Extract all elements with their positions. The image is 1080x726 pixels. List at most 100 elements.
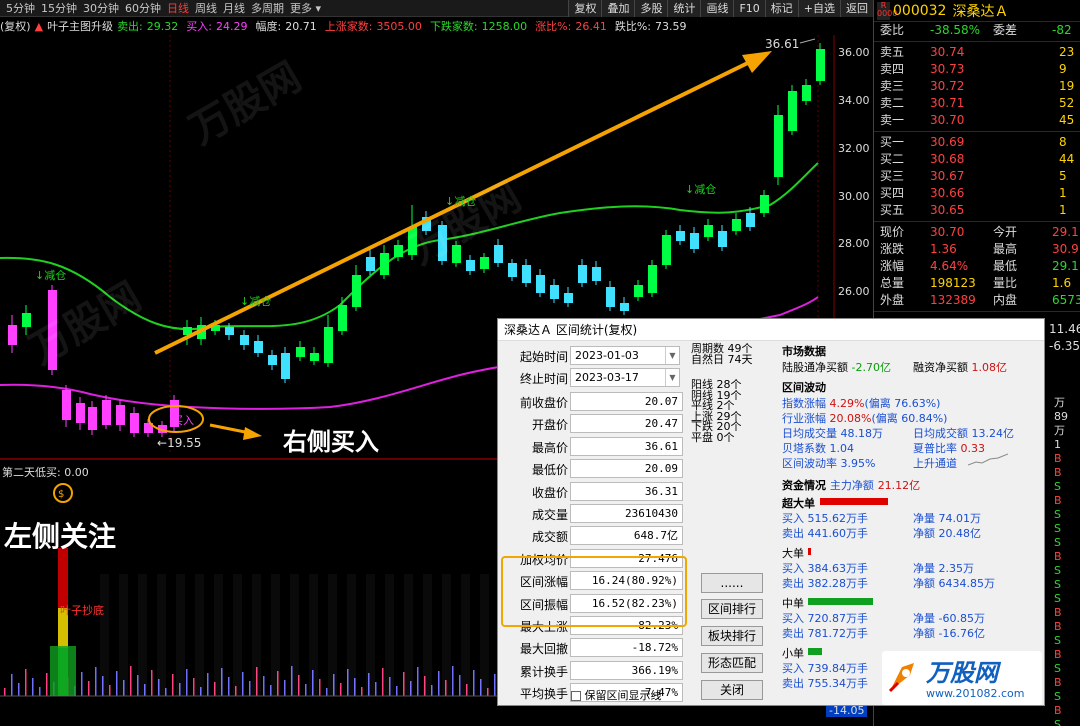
sub-bar (39, 687, 41, 696)
brand-url: www.201082.com (926, 687, 1025, 700)
sub-indicator-label: 第二天低买: 0.00 (2, 466, 89, 479)
period-15min[interactable]: 15分钟 (41, 0, 77, 16)
candle (774, 115, 783, 177)
range-value: 20.71 (285, 20, 317, 33)
sub-bar (228, 677, 230, 696)
xl-order-bar (820, 498, 888, 505)
indicator-name[interactable]: 叶子主图升级 (47, 18, 113, 34)
draw-line-button[interactable]: 画线 (700, 0, 734, 17)
mark-button[interactable]: 标记 (764, 0, 798, 17)
candle (240, 335, 249, 345)
sell-value: 29.32 (146, 20, 179, 33)
high-price-label: 36.61 (765, 37, 799, 51)
reduce-mark-4: ↓减仓 (685, 182, 716, 196)
ask-row[interactable]: 卖二 30.71 52 (874, 95, 1080, 112)
period-60min[interactable]: 60分钟 (125, 0, 161, 16)
tick-flag: B (1054, 452, 1062, 465)
tick-flag: S (1054, 508, 1061, 521)
sub-label: 叶子抄底 (60, 603, 104, 617)
side-value-1: 11.46 (1049, 322, 1080, 336)
candle (732, 219, 741, 231)
sub-bar (375, 682, 377, 696)
sub-bar (130, 666, 132, 696)
keep-range-checkbox[interactable] (571, 691, 581, 701)
sub-bar (361, 687, 363, 696)
restore-rights-button[interactable]: 复权 (568, 0, 602, 17)
watermark-1: 万股网 (182, 54, 309, 154)
tick-flag: B (1054, 620, 1062, 633)
candle (394, 245, 403, 257)
buy-mark: 买入 (172, 414, 194, 427)
bid-row[interactable]: 买一 30.69 8 (874, 134, 1080, 151)
chevron-down-icon[interactable]: ▼ (665, 347, 679, 364)
buy-value: 24.29 (216, 20, 248, 33)
end-date-picker[interactable]: 2023-03-17 ▼ (570, 368, 680, 387)
stats-field-value: 366.19% (570, 660, 683, 680)
tick-flag: 万 (1054, 396, 1065, 409)
arrow-up-icon[interactable]: ▲ (35, 20, 43, 33)
candle (310, 353, 319, 361)
tick-flag: B (1054, 550, 1062, 563)
ask-row[interactable]: 卖四 30.73 9 (874, 61, 1080, 78)
candle (522, 265, 531, 283)
stat-row: 外盘 132389 内盘 6573 (880, 293, 1080, 307)
tick-flag: S (1054, 536, 1061, 549)
bid-row[interactable]: 买二 30.68 44 (874, 151, 1080, 168)
rocket-logo-icon (888, 663, 914, 693)
candle (746, 213, 755, 227)
dots-button[interactable]: ...... (701, 573, 763, 593)
f10-button[interactable]: F10 (733, 0, 765, 17)
rise-ratio: 26.41 (575, 20, 607, 33)
candle (102, 400, 111, 425)
period-daily[interactable]: 日线 (167, 0, 189, 16)
bid-row[interactable]: 买五 30.65 1 (874, 202, 1080, 219)
sector-rank-button[interactable]: 板块排行 (701, 626, 763, 646)
signal-bar-red (58, 548, 68, 608)
stats-field-value: 23610430 (570, 504, 683, 523)
candle (690, 233, 699, 249)
add-watchlist-button[interactable]: +自选 (797, 0, 840, 17)
period-5min[interactable]: 5分钟 (6, 0, 35, 16)
brand-logo: 万股网 www.201082.com (882, 651, 1042, 705)
tick-flag: S (1054, 480, 1061, 493)
overlay-button[interactable]: 叠加 (601, 0, 635, 17)
period-weekly[interactable]: 周线 (195, 0, 217, 16)
start-date-picker[interactable]: 2023-01-03 ▼ (570, 346, 680, 365)
candle (536, 275, 545, 293)
candle (116, 405, 125, 425)
market-title: 市场数据 (782, 345, 826, 358)
sub-bar (396, 686, 398, 696)
tick-flag: 万 (1054, 424, 1065, 437)
candle (62, 390, 71, 420)
ask-row[interactable]: 卖五 30.74 23 (874, 44, 1080, 61)
pattern-match-button[interactable]: 形态匹配 (701, 653, 763, 673)
back-button[interactable]: 返回 (840, 0, 873, 17)
chevron-down-icon[interactable]: ▼ (665, 369, 679, 386)
sub-bar (172, 674, 174, 696)
candle (480, 257, 489, 269)
keep-range-checkbox-row[interactable]: 保留区间显示线 (571, 687, 662, 703)
period-monthly[interactable]: 月线 (223, 0, 245, 16)
tick-flag: S (1054, 690, 1061, 703)
candle (620, 303, 629, 311)
tick-flag: B (1054, 648, 1062, 661)
stats-button[interactable]: 统计 (667, 0, 701, 17)
multi-stock-button[interactable]: 多股 (634, 0, 668, 17)
ask-row[interactable]: 卖三 30.72 19 (874, 78, 1080, 95)
trend-sparkline-icon (968, 453, 1008, 466)
sub-bar (494, 674, 496, 696)
bid-row[interactable]: 买三 30.67 5 (874, 168, 1080, 185)
period-more[interactable]: 更多 ▾ (290, 0, 321, 16)
candle (8, 325, 17, 345)
close-button[interactable]: 关闭 (701, 680, 763, 700)
candle (380, 253, 389, 275)
natural-days: 自然日 74天 (691, 353, 753, 366)
ask-row[interactable]: 卖一 30.70 45 (874, 112, 1080, 129)
range-rank-button[interactable]: 区间排行 (701, 599, 763, 619)
period-30min[interactable]: 30分钟 (83, 0, 119, 16)
period-multi[interactable]: 多周期 (251, 0, 284, 16)
bid-row[interactable]: 买四 30.66 1 (874, 185, 1080, 202)
candle (366, 257, 375, 271)
candle (592, 267, 601, 281)
indicator-header: (复权) ▲ 叶子主图升级 卖出: 29.32 买入: 24.29 幅度: 20.71… (0, 18, 687, 34)
